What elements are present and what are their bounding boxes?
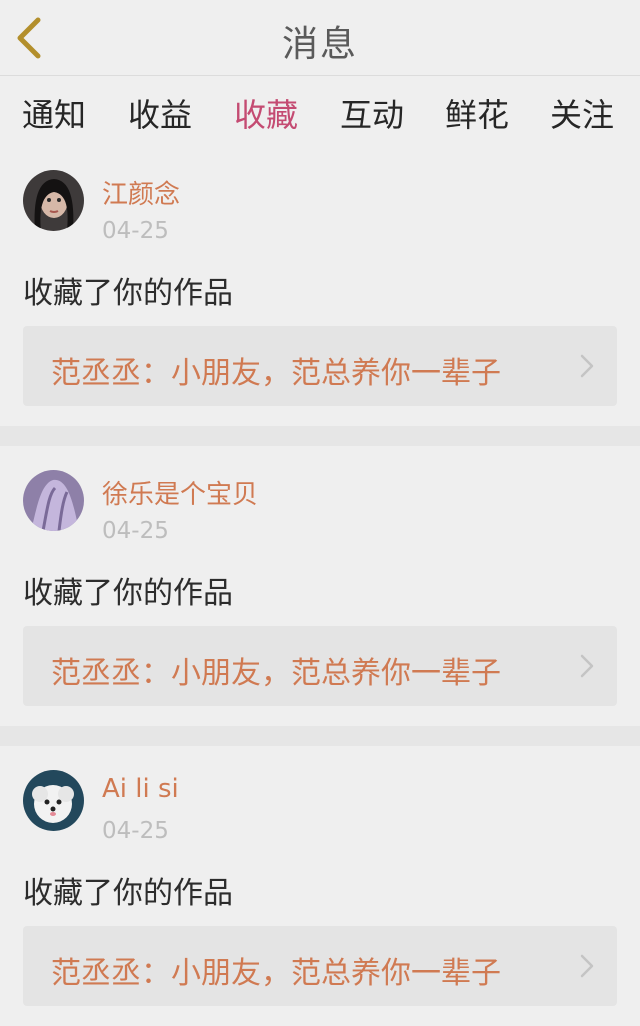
work-link[interactable]: 范丞丞：小朋友，范总养你一辈子 xyxy=(23,326,617,406)
tab-label: 互动 xyxy=(340,96,405,134)
chevron-right-icon xyxy=(580,354,594,378)
avatar[interactable] xyxy=(23,170,84,231)
work-title: 范丞丞：小朋友，范总养你一辈子 xyxy=(51,956,501,991)
page-title: 消息 xyxy=(281,24,358,65)
tab-notifications[interactable]: 通知 xyxy=(22,90,86,136)
tab-label: 关注 xyxy=(550,96,615,134)
timestamp: 04-25 xyxy=(102,218,169,244)
chevron-right-icon xyxy=(580,654,594,678)
work-link[interactable]: 范丞丞：小朋友，范总养你一辈子 xyxy=(23,926,617,1006)
work-link[interactable]: 范丞丞：小朋友，范总养你一辈子 xyxy=(23,626,617,706)
divider xyxy=(0,426,640,446)
chevron-right-icon xyxy=(580,954,594,978)
tab-label: 收藏 xyxy=(234,96,299,134)
top-bar: 消息 xyxy=(0,0,640,76)
work-title: 范丞丞：小朋友，范总养你一辈子 xyxy=(51,356,501,391)
timestamp: 04-25 xyxy=(102,818,169,844)
action-text: 收藏了你的作品 xyxy=(23,576,233,611)
avatar[interactable] xyxy=(23,470,84,531)
message-list: 江颜念 04-25 收藏了你的作品 范丞丞：小朋友，范总养你一辈子 徐乐是个宝贝… xyxy=(0,146,640,1026)
username[interactable]: 江颜念 xyxy=(102,174,180,211)
tab-earnings[interactable]: 收益 xyxy=(128,90,192,136)
tab-favorites[interactable]: 收藏 xyxy=(234,90,299,150)
work-title: 范丞丞：小朋友，范总养你一辈子 xyxy=(51,656,501,691)
tab-flowers[interactable]: 鲜花 xyxy=(445,90,509,136)
list-item: Ai li si 04-25 收藏了你的作品 范丞丞：小朋友，范总养你一辈子 xyxy=(0,746,640,1026)
avatar[interactable] xyxy=(23,770,84,831)
tab-label: 收益 xyxy=(128,96,193,134)
username[interactable]: Ai li si xyxy=(102,774,179,804)
timestamp: 04-25 xyxy=(102,518,169,544)
list-item: 徐乐是个宝贝 04-25 收藏了你的作品 范丞丞：小朋友，范总养你一辈子 xyxy=(0,446,640,726)
action-text: 收藏了你的作品 xyxy=(23,276,233,311)
divider xyxy=(0,726,640,746)
tab-follows[interactable]: 关注 xyxy=(550,90,614,136)
tab-interactions[interactable]: 互动 xyxy=(340,90,404,136)
tab-label: 通知 xyxy=(22,96,87,134)
username[interactable]: 徐乐是个宝贝 xyxy=(102,474,258,511)
tab-label: 鲜花 xyxy=(445,96,510,134)
action-text: 收藏了你的作品 xyxy=(23,876,233,911)
tab-bar: 通知 收益 收藏 互动 鲜花 关注 xyxy=(0,76,640,150)
list-item: 江颜念 04-25 收藏了你的作品 范丞丞：小朋友，范总养你一辈子 xyxy=(0,146,640,426)
